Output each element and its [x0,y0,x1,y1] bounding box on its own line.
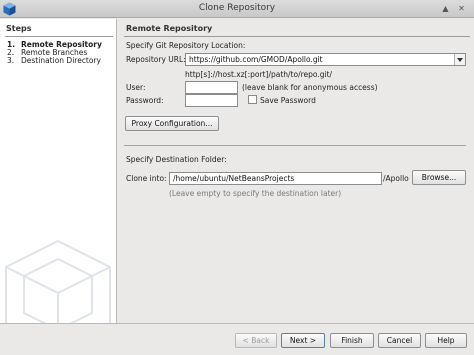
finish-button[interactable]: Finish [330,333,374,348]
dropdown-arrow-icon[interactable] [454,54,465,65]
steps-header: Steps [6,24,32,33]
destination-hint: (Leave empty to specify the destination … [169,189,342,198]
user-label: User: [126,83,146,92]
maximize-icon[interactable]: ▲ [440,3,451,14]
password-field[interactable] [185,94,238,107]
step-destination-directory: 3. Destination Directory [7,56,101,65]
save-password-checkbox[interactable] [248,95,257,104]
steps-panel: Steps 1. Remote Repository 2. Remote Branc… [0,19,117,323]
step-number: 3. [7,56,15,65]
step-label: Destination Directory [21,56,101,65]
repository-url-combobox[interactable]: https://github.com/GMOD/Apollo.git [185,53,466,66]
back-button[interactable]: < Back [235,333,277,348]
user-hint: (leave blank for anonymous access) [242,83,378,92]
clone-into-label: Clone into: [126,174,167,183]
repository-url-label: Repository URL: [126,55,186,64]
close-icon[interactable]: ✕ [456,3,467,14]
repository-url-hint: http[s]://host.xz[:port]/path/to/repo.gi… [185,70,333,79]
proxy-configuration-button[interactable]: Proxy Configuration... [125,116,219,131]
section-divider [124,145,466,146]
clone-into-suffix: /Apollo [383,174,409,183]
repository-location-label: Specify Git Repository Location: [126,41,246,50]
clone-into-field[interactable]: /home/ubuntu/NetBeansProjects [169,172,382,185]
main-content: Remote Repository Specify Git Repository… [118,19,474,323]
clone-repository-dialog: Clone Repository ▲ ✕ Steps 1. Remote Repo… [0,0,474,355]
cancel-button[interactable]: Cancel [378,333,421,348]
title-divider [124,36,470,37]
window-title: Clone Repository [198,3,276,13]
repository-url-value: https://github.com/GMOD/Apollo.git [189,55,323,64]
netbeans-cube-watermark [5,239,111,323]
page-title: Remote Repository [126,24,213,33]
password-label: Password: [126,96,164,105]
title-bar: Clone Repository ▲ ✕ [0,0,474,18]
next-button[interactable]: Next > [281,333,325,348]
steps-divider [5,36,113,37]
save-password-label: Save Password [260,96,316,105]
destination-folder-label: Specify Destination Folder: [126,155,227,164]
browse-button[interactable]: Browse... [412,170,466,185]
footer-divider [0,323,474,324]
help-button[interactable]: Help [425,333,467,348]
user-field[interactable] [185,81,238,94]
